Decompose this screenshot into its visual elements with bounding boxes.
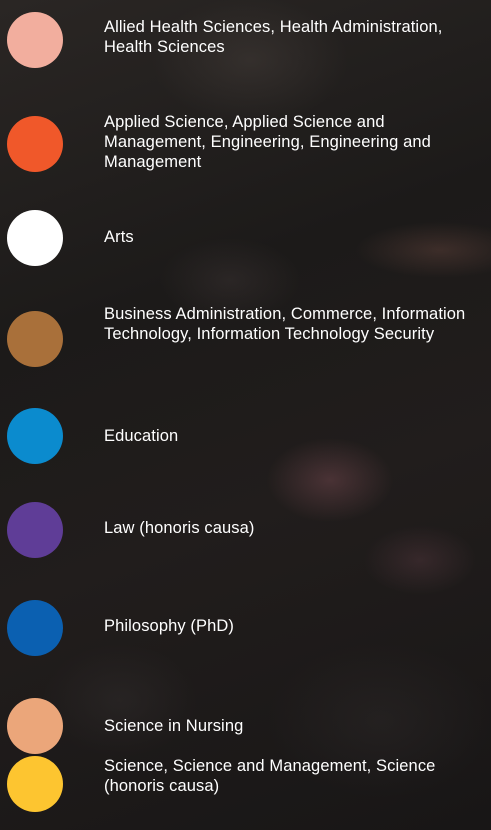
legend-item-label: Philosophy (PhD) <box>104 617 234 635</box>
legend-item-philosophy: Philosophy (PhD) <box>0 594 491 666</box>
legend-item-label: Science, Science and Management, Science… <box>104 757 436 795</box>
legend-item-arts: Arts <box>0 202 491 274</box>
legend-item-label: Education <box>104 427 179 445</box>
legend-item-label: Arts <box>104 228 134 246</box>
legend-item-allied-health: Allied Health Sciences, Health Administr… <box>0 0 491 72</box>
legend-item-label: Science in Nursing <box>104 717 244 735</box>
colour-swatch-icon <box>7 698 63 754</box>
legend-item-label: Business Administration, Commerce, Infor… <box>104 305 466 343</box>
colour-swatch-icon <box>7 311 63 367</box>
colour-swatch-icon <box>7 408 63 464</box>
colour-swatch-icon <box>7 12 63 68</box>
legend-item-education: Education <box>0 400 491 472</box>
legend-item-label: Applied Science, Applied Science and Man… <box>104 113 431 171</box>
colour-swatch-icon <box>7 502 63 558</box>
legend-item-label: Law (honoris causa) <box>104 519 255 537</box>
legend-item-business: Business Administration, Commerce, Infor… <box>0 300 491 380</box>
colour-swatch-icon <box>7 756 63 812</box>
colour-swatch-icon <box>7 600 63 656</box>
colour-swatch-icon <box>7 210 63 266</box>
colour-swatch-icon <box>7 116 63 172</box>
legend-item-applied-science: Applied Science, Applied Science and Man… <box>0 110 491 180</box>
legend-item-law: Law (honoris causa) <box>0 498 491 570</box>
legend-item-label: Allied Health Sciences, Health Administr… <box>104 18 443 56</box>
legend-item-science: Science, Science and Management, Science… <box>0 752 491 830</box>
